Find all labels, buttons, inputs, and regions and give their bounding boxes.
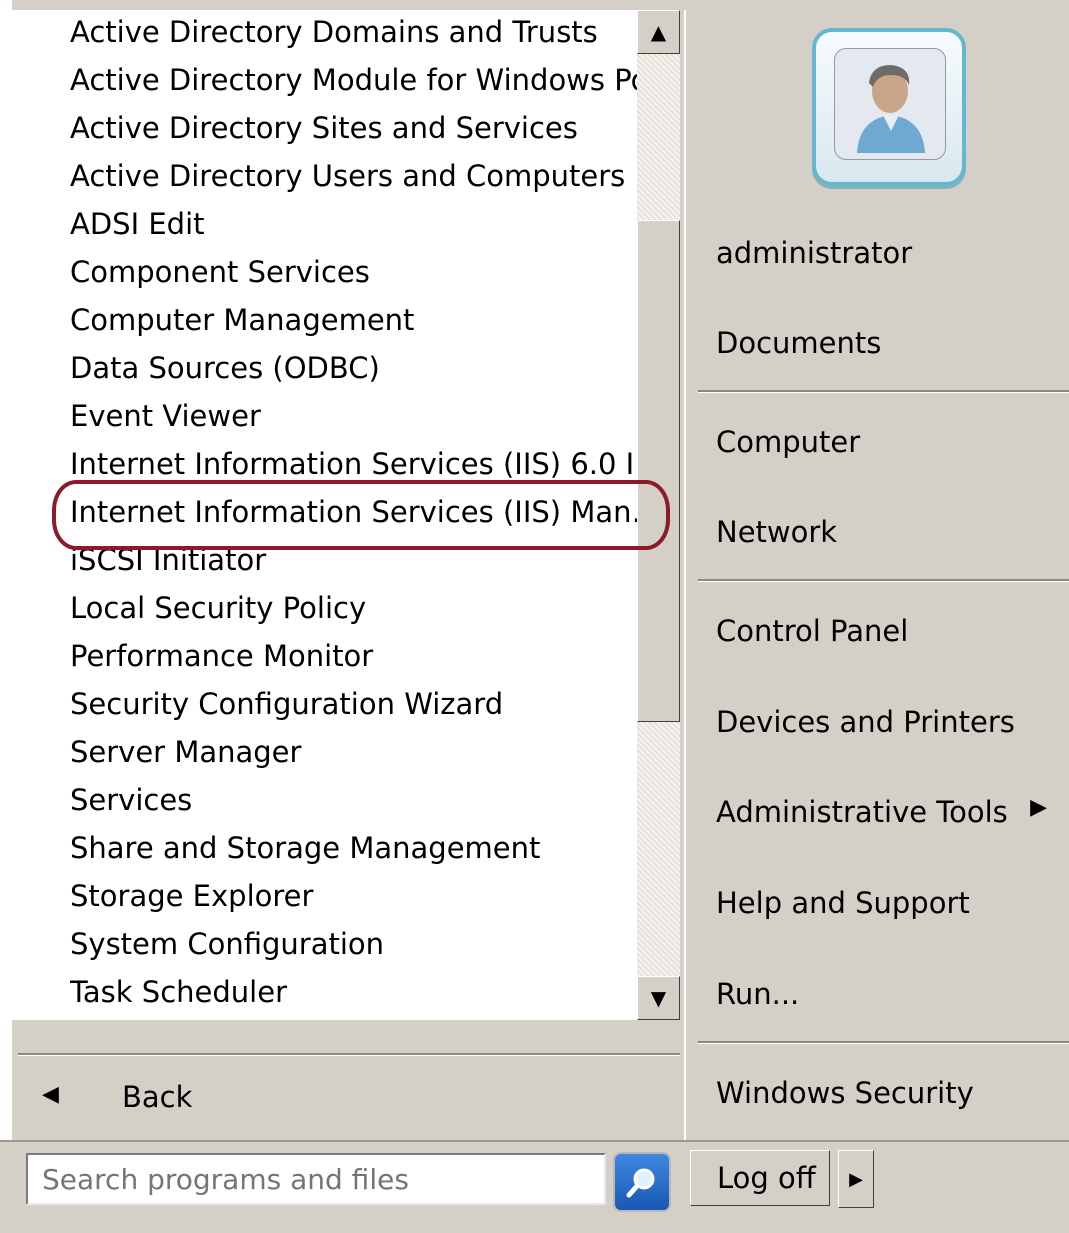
program-label: Internet Information Services (IIS) Man… <box>70 495 640 529</box>
back-arrow-icon: ◀ <box>42 1082 59 1107</box>
program-item[interactable]: Active Directory Domains and Trusts <box>70 10 640 56</box>
program-label: Share and Storage Management <box>70 831 541 865</box>
scroll-down-arrow-icon: ▼ <box>650 986 667 1010</box>
program-item[interactable]: Component Services <box>70 250 640 296</box>
program-item[interactable]: Active Directory Users and Computers <box>70 154 640 200</box>
documents-link[interactable]: Documents <box>716 326 881 360</box>
program-item[interactable]: Active Directory Module for Windows Po <box>70 58 640 104</box>
program-item[interactable]: Computer Management <box>70 298 640 344</box>
program-item[interactable]: Performance Monitor <box>70 634 640 680</box>
program-item[interactable]: Storage Explorer <box>70 874 640 920</box>
network-link[interactable]: Network <box>716 515 837 549</box>
right-panel: administrator Documents Computer Network… <box>684 10 1069 1140</box>
help-support-link[interactable]: Help and Support <box>716 886 970 920</box>
program-label: Security Configuration Wizard <box>70 687 504 721</box>
submenu-arrow-icon: ▶ <box>1030 795 1047 820</box>
program-label: ADSI Edit <box>70 207 205 241</box>
right-arrow-icon: ▶ <box>849 1168 863 1190</box>
back-label: Back <box>122 1080 193 1114</box>
program-item[interactable]: Internet Information Services (IIS) 6.0 … <box>70 442 640 488</box>
back-button[interactable]: ◀ Back <box>12 1070 680 1130</box>
programs-list: Active Directory Domains and Trusts Activ… <box>12 10 640 1020</box>
administrative-tools-link[interactable]: Administrative Tools ▶ <box>716 795 1061 829</box>
devices-printers-link[interactable]: Devices and Printers <box>716 705 1015 739</box>
administrative-tools-label: Administrative Tools <box>716 795 1008 829</box>
program-label: Active Directory Domains and Trusts <box>70 15 598 49</box>
computer-link[interactable]: Computer <box>716 425 860 459</box>
program-item[interactable]: ADSI Edit <box>70 202 640 248</box>
program-label: Active Directory Sites and Services <box>70 111 578 145</box>
user-name-link[interactable]: administrator <box>716 236 912 270</box>
left-divider <box>18 1053 680 1056</box>
program-label: iSCSI Initiator <box>70 543 267 577</box>
scroll-up-arrow-icon: ▲ <box>650 20 667 44</box>
program-item[interactable]: System Configuration <box>70 922 640 968</box>
program-label: Performance Monitor <box>70 639 374 673</box>
program-label: Server Manager <box>70 735 302 769</box>
program-item[interactable]: Share and Storage Management <box>70 826 640 872</box>
program-item[interactable]: Event Viewer <box>70 394 640 440</box>
program-item[interactable]: Local Security Policy <box>70 586 640 632</box>
right-divider <box>698 390 1069 393</box>
program-label: Event Viewer <box>70 399 261 433</box>
program-item[interactable]: iSCSI Initiator <box>70 538 640 584</box>
program-item[interactable]: Internet Information Services (IIS) Man… <box>70 490 640 536</box>
run-link[interactable]: Run... <box>716 977 799 1011</box>
avatar-user-icon <box>834 48 946 160</box>
search-input[interactable] <box>26 1153 606 1205</box>
program-label: Storage Explorer <box>70 879 314 913</box>
scroll-up-button[interactable]: ▲ <box>637 10 680 54</box>
program-label: Local Security Policy <box>70 591 367 625</box>
program-label: Active Directory Users and Computers <box>70 159 626 193</box>
right-divider <box>698 1041 1069 1044</box>
program-label: Computer Management <box>70 303 415 337</box>
logoff-button[interactable]: Log off <box>690 1150 830 1206</box>
program-label: Services <box>70 783 193 817</box>
program-item[interactable]: Services <box>70 778 640 824</box>
program-item[interactable]: Task Scheduler <box>70 970 640 1016</box>
program-label: Component Services <box>70 255 370 289</box>
search-button[interactable] <box>613 1152 671 1212</box>
scroll-thumb[interactable] <box>637 220 680 722</box>
program-item[interactable]: Server Manager <box>70 730 640 776</box>
user-avatar[interactable] <box>812 28 966 186</box>
program-item[interactable]: Data Sources (ODBC) <box>70 346 640 392</box>
program-label: System Configuration <box>70 927 385 961</box>
control-panel-link[interactable]: Control Panel <box>716 614 908 648</box>
scroll-down-button[interactable]: ▼ <box>637 976 680 1020</box>
search-icon <box>626 1168 655 1198</box>
left-edge <box>0 0 12 1140</box>
program-item[interactable]: Security Configuration Wizard <box>70 682 640 728</box>
program-label: Active Directory Module for Windows Po <box>70 63 640 97</box>
programs-scrollbar[interactable]: ▲ ▼ <box>637 10 680 1020</box>
right-divider <box>698 579 1069 582</box>
start-menu: Active Directory Domains and Trusts Activ… <box>0 0 1069 1233</box>
program-item[interactable]: Active Directory Sites and Services <box>70 106 640 152</box>
windows-security-link[interactable]: Windows Security <box>716 1076 974 1110</box>
program-label: Task Scheduler <box>70 975 287 1009</box>
program-label: Data Sources (ODBC) <box>70 351 380 385</box>
shutdown-options-button[interactable]: ▶ <box>838 1150 874 1208</box>
program-label: Internet Information Services (IIS) 6.0 … <box>70 447 635 481</box>
